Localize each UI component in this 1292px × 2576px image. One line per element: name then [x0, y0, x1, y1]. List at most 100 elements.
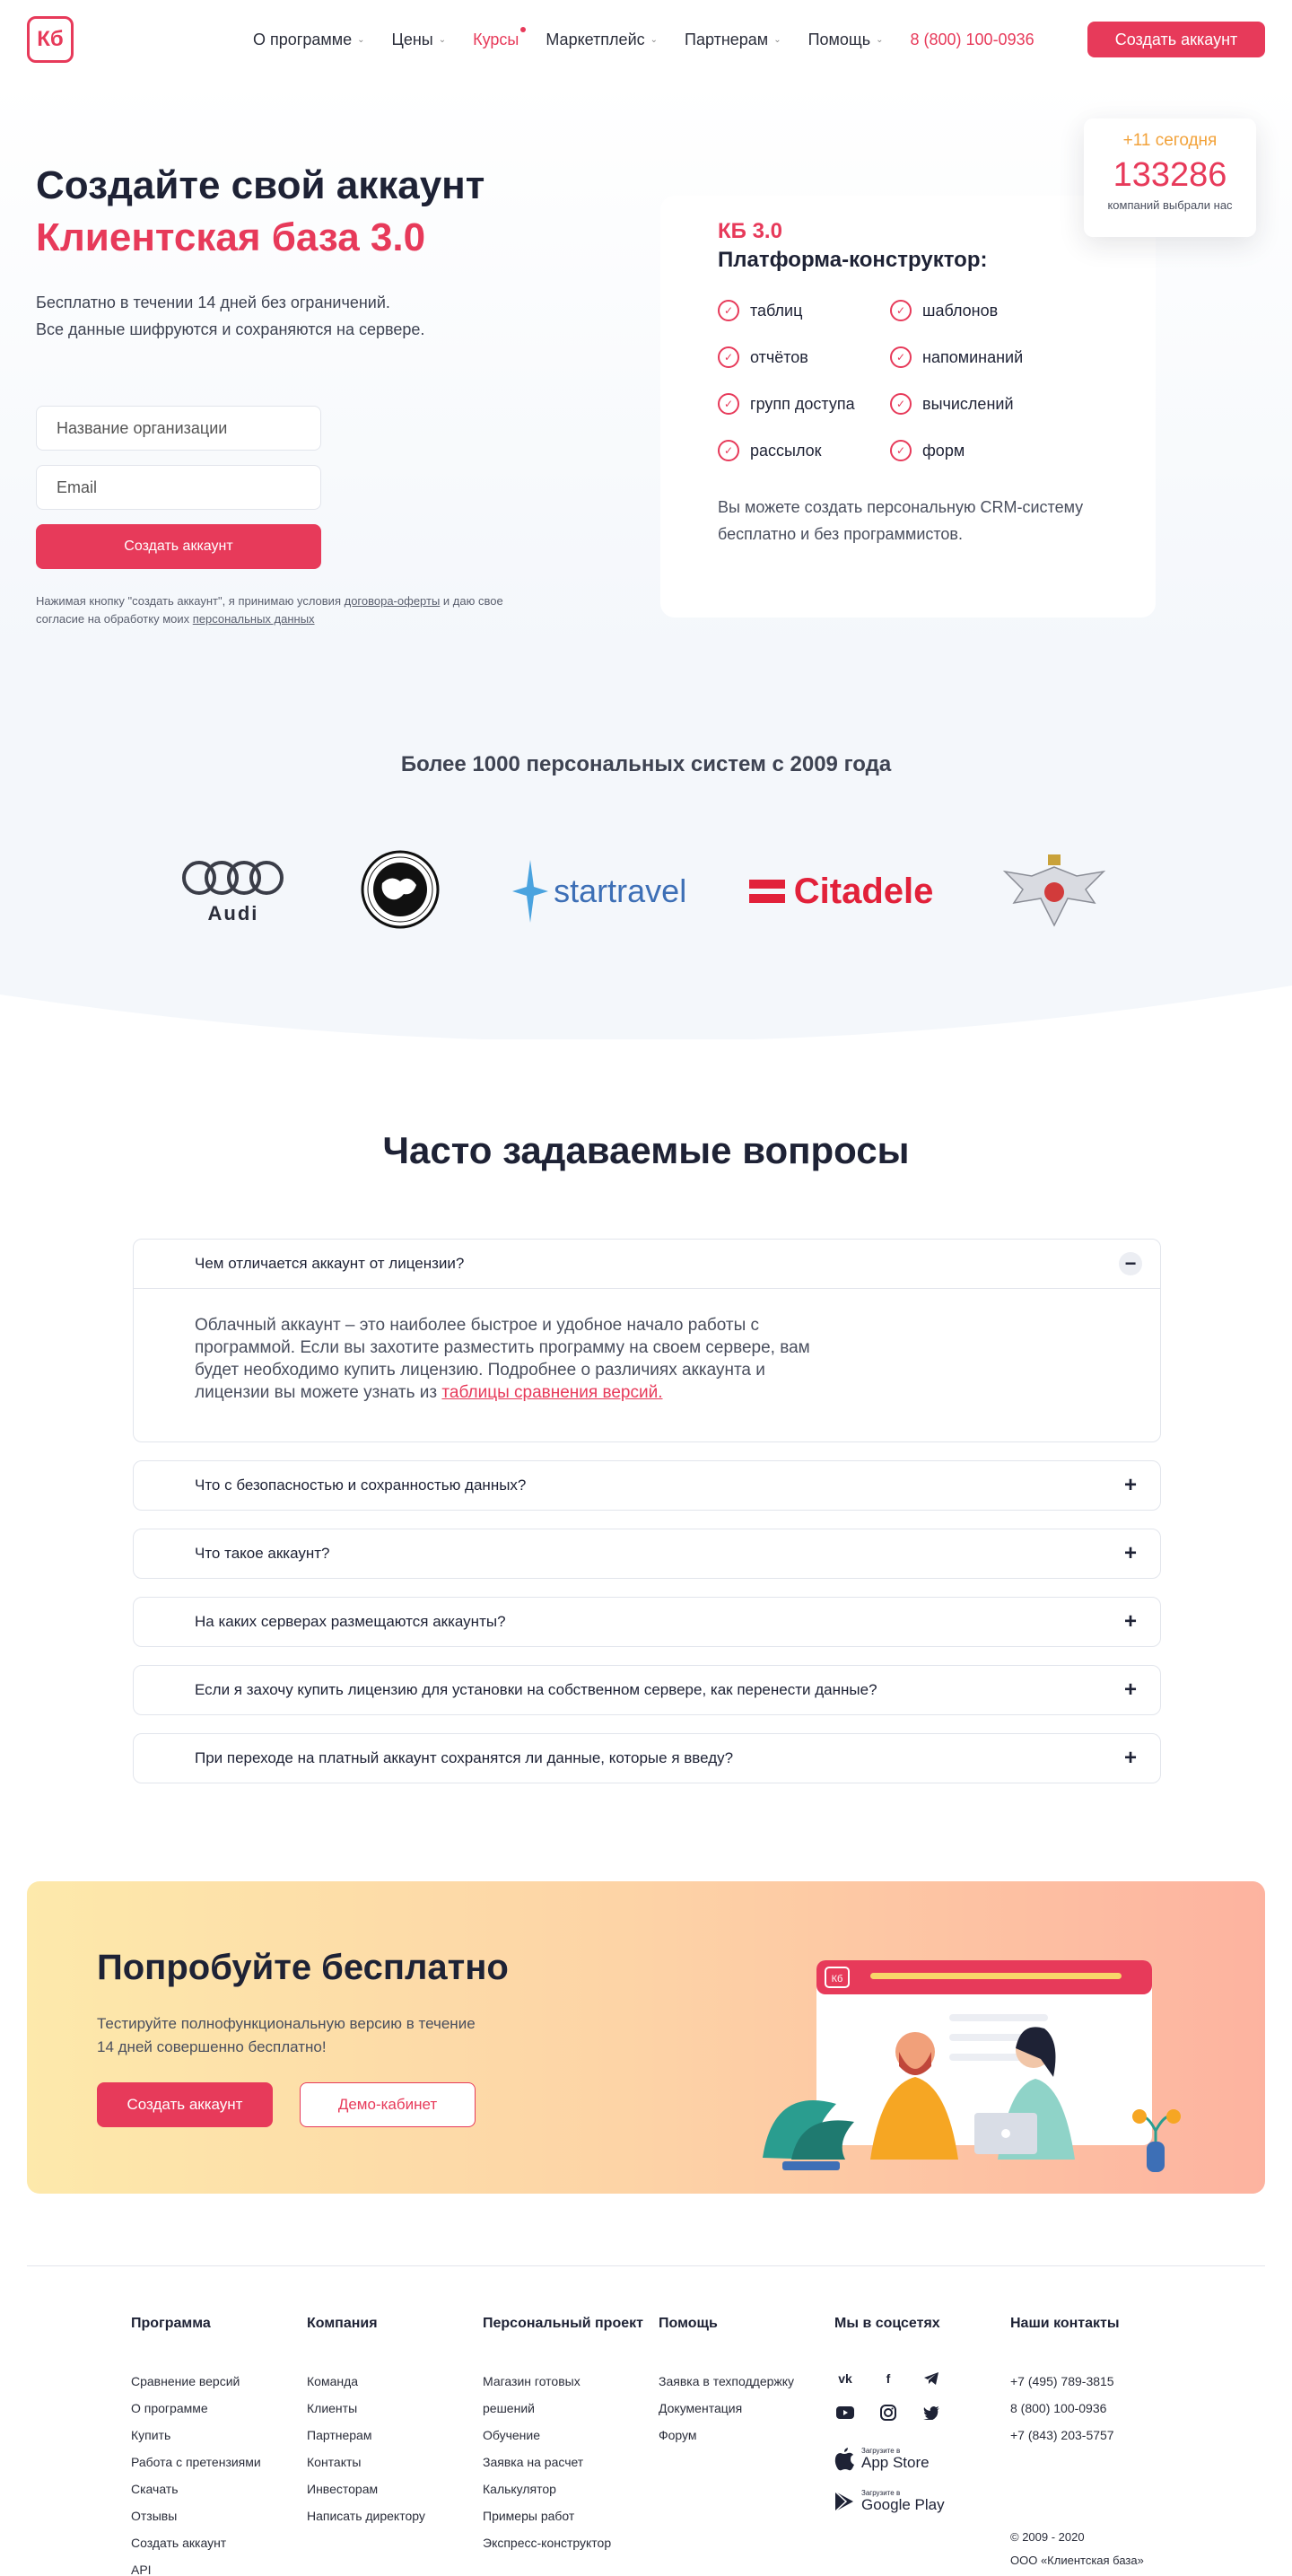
- faq-question[interactable]: При переходе на платный аккаунт сохранят…: [134, 1734, 1160, 1783]
- versions-comparison-link[interactable]: таблицы сравнения версий.: [441, 1383, 662, 1402]
- personal-data-link[interactable]: персональных данных: [193, 612, 315, 626]
- nav-item-prices[interactable]: Цены ⌄: [392, 31, 447, 49]
- audi-logo: Audi: [179, 858, 287, 925]
- nav-item-marketplace[interactable]: Маркетплейс ⌄: [546, 31, 658, 49]
- instagram-icon[interactable]: [877, 2402, 899, 2423]
- faq-question[interactable]: Что с безопасностью и сохранностью данны…: [134, 1461, 1160, 1510]
- faq-question[interactable]: Чем отличается аккаунт от лицензии? −: [134, 1240, 1160, 1288]
- faq-answer: Облачный аккаунт – это наиболее быстрое …: [134, 1288, 1160, 1441]
- header-create-account-button[interactable]: Создать аккаунт: [1087, 22, 1265, 57]
- footer-link[interactable]: Форум: [659, 2422, 834, 2449]
- organization-name-input[interactable]: [36, 406, 321, 451]
- check-circle-icon: ✓: [718, 440, 739, 461]
- hero-desc-line: Все данные шифруются и сохраняются на се…: [36, 320, 425, 338]
- demo-cabinet-button[interactable]: Демо-кабинет: [300, 2082, 476, 2127]
- header-phone-link[interactable]: 8 (800) 100-0936: [911, 31, 1034, 49]
- plus-icon[interactable]: +: [1119, 1746, 1142, 1770]
- nav-label: Цены: [391, 30, 433, 48]
- check-circle-icon: ✓: [890, 440, 912, 461]
- promo-title: Попробуйте бесплатно: [97, 1948, 509, 1987]
- footer-link[interactable]: Примеры работ: [483, 2502, 659, 2529]
- footer-link[interactable]: API: [131, 2556, 307, 2576]
- startravel-logo: startravel: [512, 860, 686, 923]
- hero-description: Бесплатно в течении 14 дней без ограниче…: [36, 289, 592, 343]
- plus-icon[interactable]: +: [1119, 1473, 1142, 1497]
- plus-icon[interactable]: +: [1119, 1678, 1142, 1702]
- footer-phone-link[interactable]: 8 (800) 100-0936: [1010, 2395, 1186, 2422]
- eagle-emblem: [996, 849, 1113, 934]
- footer-link[interactable]: Написать директору: [307, 2502, 483, 2529]
- consent-prefix: Нажимая кнопку "создать аккаунт", я прин…: [36, 594, 345, 608]
- footer-link[interactable]: Команда: [307, 2368, 483, 2395]
- offer-agreement-link[interactable]: договора-оферты: [345, 594, 441, 608]
- nav-item-help[interactable]: Помощь ⌄: [808, 31, 884, 49]
- footer-link[interactable]: Работа с претензиями: [131, 2449, 307, 2475]
- footer-phone-link[interactable]: +7 (495) 789-3815: [1010, 2368, 1186, 2395]
- footer-link[interactable]: Калькулятор: [483, 2475, 659, 2502]
- check-circle-icon: ✓: [890, 346, 912, 368]
- google-play-badge[interactable]: Загрузите в Google Play: [834, 2489, 1010, 2513]
- nav-item-about[interactable]: О программе ⌄: [253, 31, 365, 49]
- hero-desc-line: Бесплатно в течении 14 дней без ограниче…: [36, 294, 390, 311]
- nav-item-partners[interactable]: Партнерам ⌄: [685, 31, 781, 49]
- footer-column-title: Компания: [307, 2316, 378, 2331]
- footer-column-help: Помощь Заявка в техподдержку Документаци…: [659, 2312, 834, 2576]
- hero-curve-divider: [0, 986, 1292, 1048]
- faq-item: При переходе на платный аккаунт сохранят…: [133, 1733, 1161, 1783]
- footer-link[interactable]: Партнерам: [307, 2422, 483, 2449]
- footer-link[interactable]: Контакты: [307, 2449, 483, 2475]
- footer-link[interactable]: Обучение: [483, 2422, 659, 2449]
- faq-item: Что с безопасностью и сохранностью данны…: [133, 1460, 1161, 1511]
- footer-link[interactable]: Инвесторам: [307, 2475, 483, 2502]
- feature-item: ✓ таблиц: [718, 300, 890, 321]
- telegram-icon[interactable]: [921, 2368, 942, 2389]
- apple-icon: [834, 2447, 854, 2470]
- stats-count: 133286: [1113, 156, 1227, 194]
- hero-title: Создайте свой аккаунт: [36, 163, 485, 207]
- nav-label: Помощь: [808, 30, 871, 48]
- footer-phone-link[interactable]: +7 (843) 203-5757: [1010, 2422, 1186, 2449]
- footer-link[interactable]: Документация: [659, 2395, 834, 2422]
- youtube-icon[interactable]: [834, 2402, 856, 2423]
- plus-icon[interactable]: +: [1119, 1609, 1142, 1634]
- footer-link[interactable]: Скачать: [131, 2475, 307, 2502]
- faq-question[interactable]: Если я захочу купить лицензию для устано…: [134, 1666, 1160, 1714]
- chevron-down-icon: ⌄: [650, 34, 659, 45]
- nav-item-courses[interactable]: Курсы: [473, 26, 527, 49]
- check-circle-icon: ✓: [718, 300, 739, 321]
- footer-spacer: [1010, 2449, 1186, 2526]
- footer-link[interactable]: Сравнение версий: [131, 2368, 307, 2395]
- footer-link[interactable]: Отзывы: [131, 2502, 307, 2529]
- startravel-wordmark: startravel: [554, 872, 687, 909]
- footer-link[interactable]: Экспресс-конструктор: [483, 2529, 659, 2556]
- consent-text: Нажимая кнопку "создать аккаунт", я прин…: [36, 592, 538, 628]
- email-input[interactable]: [36, 465, 321, 510]
- vk-icon[interactable]: vk: [834, 2368, 856, 2389]
- chevron-down-icon: ⌄: [438, 34, 447, 45]
- feature-item: ✓ шаблонов: [890, 300, 1062, 321]
- feature-item: ✓ форм: [890, 440, 1062, 461]
- footer-divider: [27, 2265, 1265, 2266]
- faq-question[interactable]: На каких серверах размещаются аккаунты? +: [134, 1598, 1160, 1646]
- footer-link[interactable]: О программе: [131, 2395, 307, 2422]
- footer-link[interactable]: Заявка в техподдержку: [659, 2368, 834, 2395]
- plus-icon[interactable]: +: [1119, 1541, 1142, 1565]
- check-circle-icon: ✓: [890, 300, 912, 321]
- footer-link[interactable]: Магазин готовых решений: [483, 2368, 626, 2422]
- logo[interactable]: Кб: [27, 16, 74, 63]
- faq-question[interactable]: Что такое аккаунт? +: [134, 1529, 1160, 1578]
- nav-label: Маркетплейс: [546, 30, 645, 48]
- signup-submit-button[interactable]: Создать аккаунт: [36, 524, 321, 569]
- footer-link[interactable]: Клиенты: [307, 2395, 483, 2422]
- footer-link[interactable]: Купить: [131, 2422, 307, 2449]
- citadele-logo: Citadele: [748, 872, 933, 912]
- minus-icon[interactable]: −: [1119, 1252, 1142, 1275]
- footer-link[interactable]: Заявка на расчет: [483, 2449, 659, 2475]
- promo-create-account-button[interactable]: Создать аккаунт: [97, 2082, 273, 2127]
- facebook-icon[interactable]: f: [877, 2368, 899, 2389]
- company-legal-name: ООО «Клиентская база»: [1010, 2554, 1144, 2567]
- feature-list: ✓ таблиц ✓ шаблонов ✓ отчётов ✓ напоминаний …: [718, 300, 1098, 461]
- app-store-badge[interactable]: Загрузите в App Store: [834, 2447, 1010, 2471]
- twitter-icon[interactable]: [921, 2402, 942, 2423]
- footer-link[interactable]: Создать аккаунт: [131, 2529, 307, 2556]
